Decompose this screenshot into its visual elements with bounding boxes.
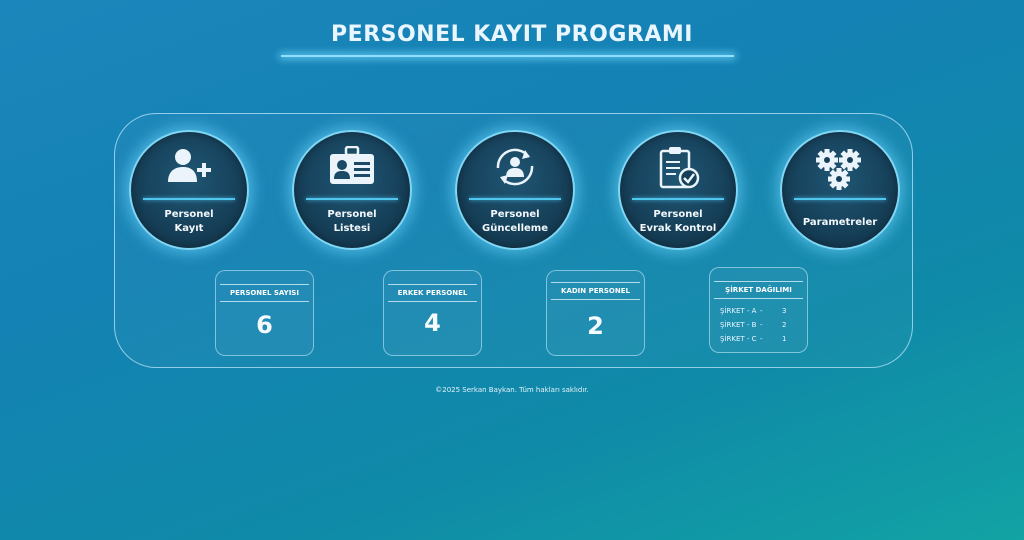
id-card-icon xyxy=(294,145,410,190)
title-underline xyxy=(281,55,734,57)
button-label-line1: Personel xyxy=(164,209,214,220)
sirket-dagilimi-card: ŞİRKET DAĞILIMI ŞİRKET - A - 3 ŞİRKET - … xyxy=(709,267,808,353)
button-divider xyxy=(143,198,235,200)
card-header: ŞİRKET DAĞILIMI xyxy=(714,281,803,299)
personel-listesi-button[interactable]: Personel Listesi xyxy=(292,130,412,250)
button-divider xyxy=(794,198,886,200)
list-item: ŞİRKET - B - 2 xyxy=(720,321,787,329)
list-item: ŞİRKET - A - 3 xyxy=(720,307,787,315)
button-divider xyxy=(306,198,398,200)
copyright-text: ©2025 Serkan Baykan. Tüm hakları saklıdı… xyxy=(435,386,589,394)
parametreler-button[interactable]: Parametreler xyxy=(780,130,900,250)
button-label-line1: Personel xyxy=(327,209,377,220)
card-value: 6 xyxy=(256,311,273,339)
user-refresh-icon xyxy=(457,146,573,192)
kadin-personel-card: KADIN PERSONEL 2 xyxy=(546,270,645,356)
erkek-personel-card: ERKEK PERSONEL 4 xyxy=(383,270,482,356)
personel-evrak-kontrol-button[interactable]: Personel Evrak Kontrol xyxy=(618,130,738,250)
user-add-icon xyxy=(131,146,247,190)
card-header: ERKEK PERSONEL xyxy=(388,284,477,302)
personel-sayisi-card: PERSONEL SAYISI 6 xyxy=(215,270,314,356)
list-item: ŞİRKET - C - 1 xyxy=(720,335,787,343)
button-label-line2: Güncelleme xyxy=(482,223,548,234)
button-label-line2: Kayıt xyxy=(174,223,204,234)
page-title: PERSONEL KAYIT PROGRAMI xyxy=(331,22,693,47)
button-label: Parametreler xyxy=(802,217,878,228)
card-header: PERSONEL SAYISI xyxy=(220,284,309,302)
personel-kayit-button[interactable]: Personel Kayıt xyxy=(129,130,249,250)
button-label-line2: Evrak Kontrol xyxy=(639,223,717,234)
clipboard-check-icon xyxy=(620,146,736,194)
button-label-line1: Personel xyxy=(490,209,540,220)
gears-icon xyxy=(782,146,898,196)
button-label-line2: Listesi xyxy=(333,223,371,234)
personel-guncelleme-button[interactable]: Personel Güncelleme xyxy=(455,130,575,250)
card-header: KADIN PERSONEL xyxy=(551,282,640,300)
card-value: 4 xyxy=(424,309,441,337)
button-divider xyxy=(632,198,724,200)
button-divider xyxy=(469,198,561,200)
card-value: 2 xyxy=(587,312,604,340)
button-label-line1: Personel xyxy=(653,209,703,220)
